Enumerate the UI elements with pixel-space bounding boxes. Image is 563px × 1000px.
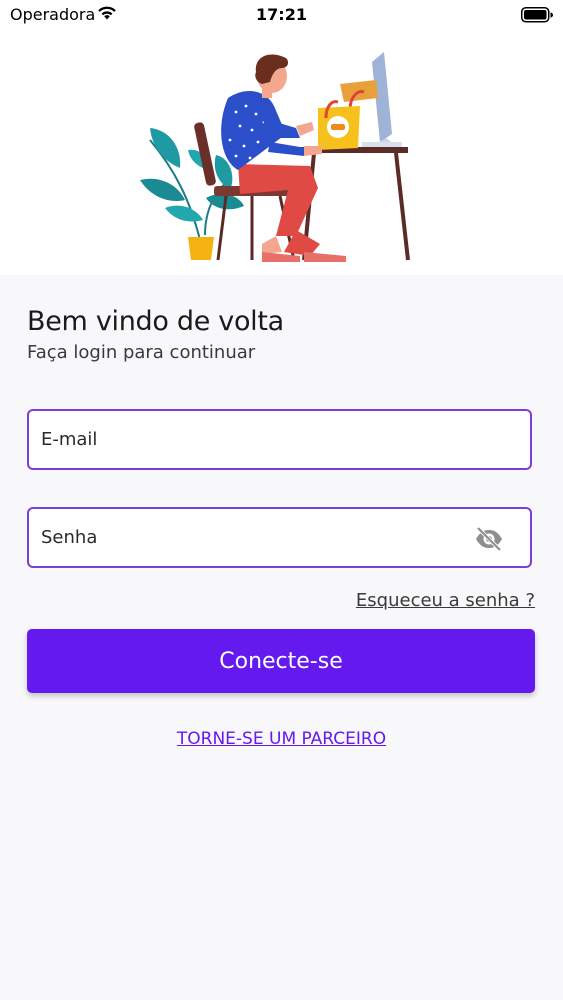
forgot-password-link[interactable]: Esqueceu a senha ? — [356, 590, 535, 611]
hero-illustration — [0, 30, 563, 275]
welcome-title: Bem vindo de volta — [27, 306, 284, 337]
online-shopping-illustration — [140, 52, 410, 262]
shopping-bag-icon — [318, 80, 378, 150]
monitor-icon — [362, 52, 402, 147]
status-time: 17:21 — [256, 5, 307, 24]
status-bar: Operadora 17:21 — [0, 0, 563, 30]
person-icon — [221, 54, 346, 262]
welcome-subtitle: Faça login para continuar — [27, 342, 256, 363]
eye-slash-icon[interactable] — [474, 526, 504, 552]
password-field[interactable] — [27, 507, 532, 568]
become-partner-link[interactable]: TORNE-SE UM PARCEIRO — [0, 729, 563, 749]
email-field[interactable] — [27, 409, 532, 470]
password-input[interactable] — [41, 509, 461, 566]
email-input[interactable] — [41, 411, 461, 468]
login-button[interactable]: Conecte-se — [27, 629, 535, 693]
battery-icon — [521, 7, 553, 27]
